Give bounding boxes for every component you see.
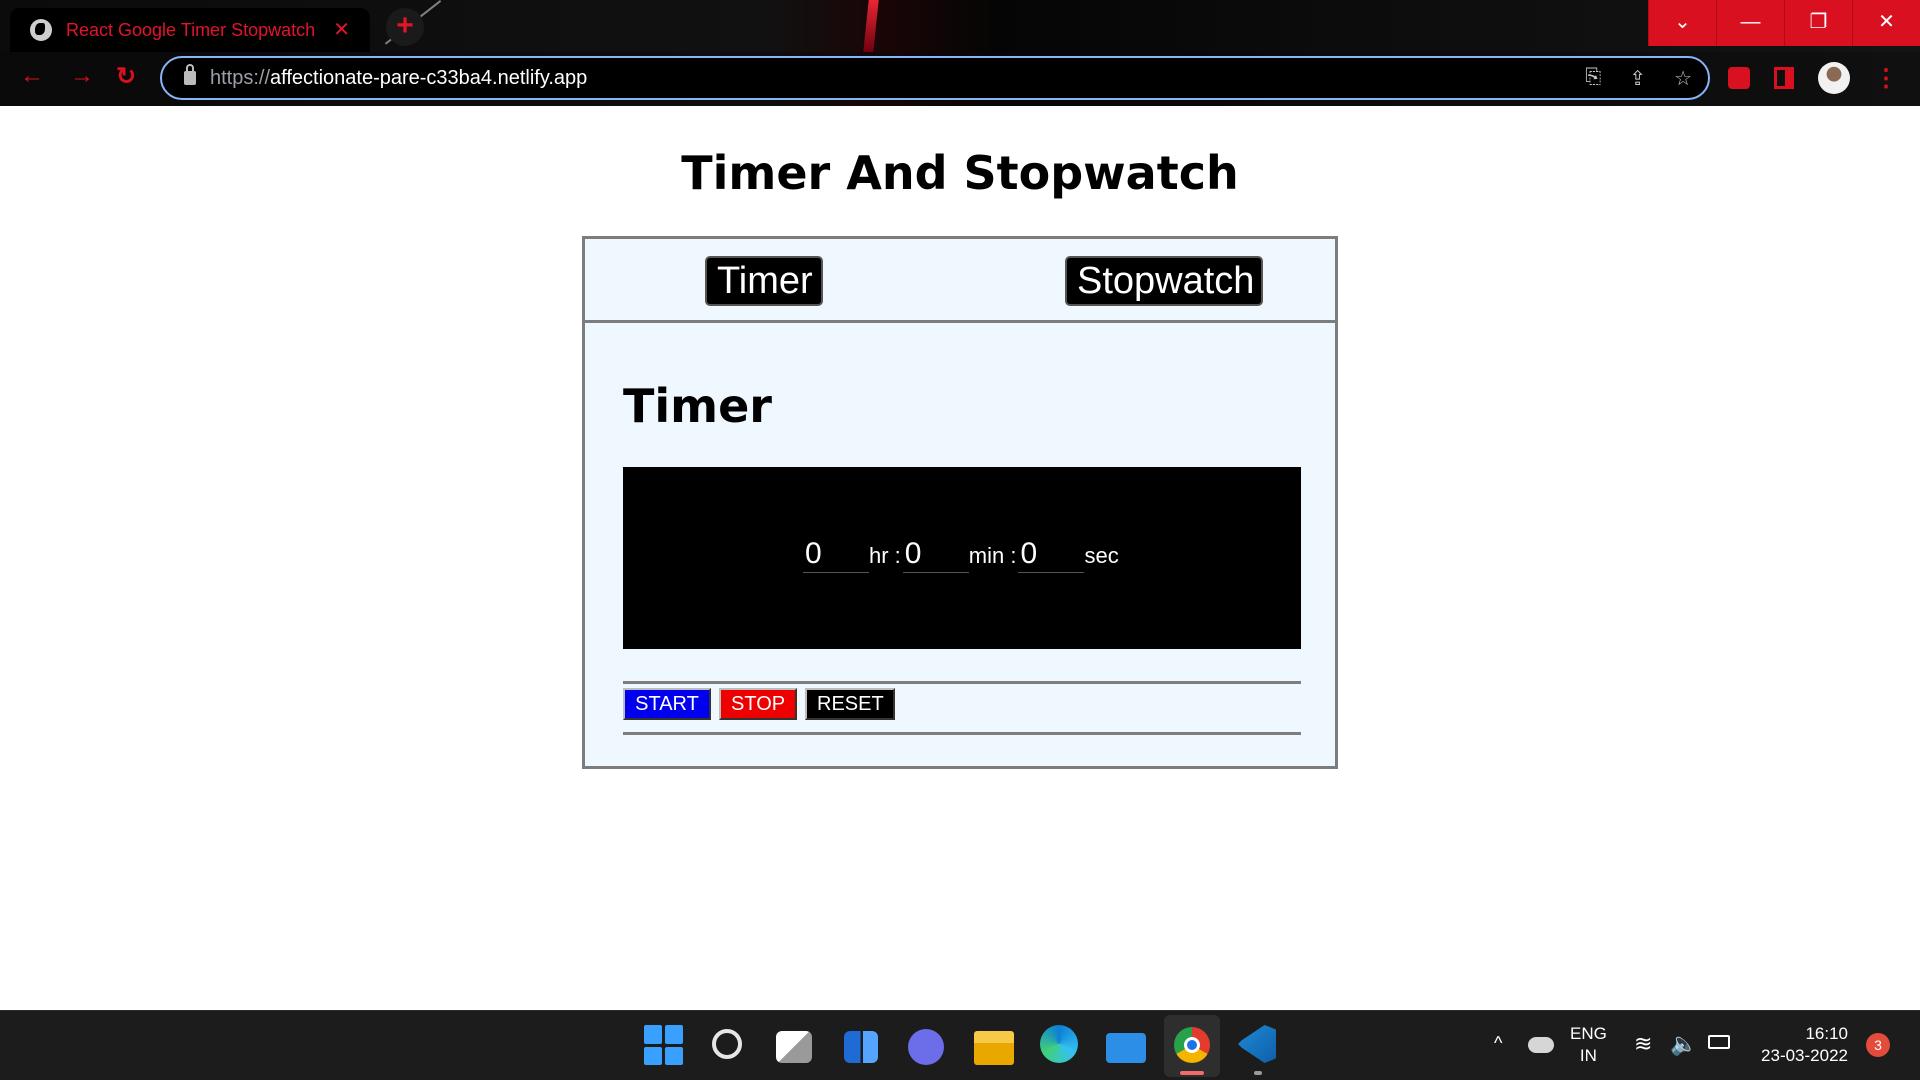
vscode-running-indicator xyxy=(1254,1071,1262,1075)
minutes-input[interactable] xyxy=(902,535,969,573)
profile-avatar[interactable] xyxy=(1818,62,1850,94)
toolbar-extensions: ⋮ xyxy=(1728,62,1898,94)
notification-badge[interactable]: 3 xyxy=(1866,1033,1890,1057)
windows-taskbar: ^ ENG IN ≋ 🔈 16:10 23-03-2022 3 xyxy=(0,1010,1920,1080)
hours-input[interactable] xyxy=(803,535,869,573)
close-window-button[interactable]: ✕ xyxy=(1852,0,1920,46)
restore-button[interactable]: ❐ xyxy=(1784,0,1852,46)
chrome-browser-icon[interactable] xyxy=(1174,1027,1210,1063)
reset-button[interactable]: RESET xyxy=(805,688,895,720)
wifi-icon[interactable]: ≋ xyxy=(1634,1031,1652,1080)
timer-controls: START STOP RESET xyxy=(623,681,1301,735)
language-code: ENG xyxy=(1570,1024,1607,1043)
bookmark-star-icon[interactable]: ☆ xyxy=(1674,66,1692,91)
mail-icon[interactable] xyxy=(1106,1033,1146,1063)
section-title: Timer xyxy=(623,379,772,433)
seconds-unit-label: sec xyxy=(1084,543,1119,568)
widgets-icon[interactable] xyxy=(844,1031,878,1063)
language-indicator[interactable]: ENG IN xyxy=(1570,1023,1607,1080)
show-hidden-icons-chevron-icon[interactable]: ^ xyxy=(1494,1033,1502,1080)
vscode-icon[interactable] xyxy=(1238,1025,1276,1063)
browser-tab[interactable]: React Google Timer Stopwatch ✕ xyxy=(10,8,370,52)
side-panel-icon[interactable] xyxy=(1774,67,1794,89)
wallpaper-streak xyxy=(863,0,879,52)
globe-icon xyxy=(30,19,52,41)
volume-icon[interactable]: 🔈 xyxy=(1670,1031,1697,1080)
system-clock[interactable]: 16:10 23-03-2022 xyxy=(1752,1023,1848,1080)
timer-display: hr : min : sec xyxy=(623,467,1301,649)
stop-button[interactable]: STOP xyxy=(719,688,797,720)
minutes-unit-label: min : xyxy=(968,543,1017,568)
windows-start-icon[interactable] xyxy=(644,1025,684,1065)
share-icon[interactable]: ⇪ xyxy=(1629,66,1646,91)
menu-kebab-icon[interactable]: ⋮ xyxy=(1874,64,1898,93)
task-view-icon[interactable] xyxy=(776,1031,812,1063)
seconds-input[interactable] xyxy=(1018,535,1085,573)
new-tab-button[interactable]: + xyxy=(386,8,424,46)
chrome-running-indicator xyxy=(1180,1071,1204,1075)
stopwatch-tab-button[interactable]: Stopwatch xyxy=(1065,256,1263,306)
mode-tabs: Timer Stopwatch xyxy=(585,239,1335,323)
back-arrow-icon[interactable]: ← xyxy=(20,62,44,90)
address-bar[interactable]: https:// affectionate-pare-c33ba4.netlif… xyxy=(160,56,1710,100)
forward-arrow-icon[interactable]: → xyxy=(70,62,94,90)
window-controls: ⌄ — ❐ ✕ xyxy=(1648,0,1920,46)
translate-icon[interactable]: ⎘ xyxy=(1585,66,1601,91)
omnibox-actions: ⎘ ⇪ ☆ xyxy=(1585,66,1692,91)
onedrive-cloud-icon[interactable] xyxy=(1528,1037,1554,1053)
start-button[interactable]: START xyxy=(623,688,711,720)
browser-chrome: React Google Timer Stopwatch ✕ + ⌄ — ❐ ✕… xyxy=(0,0,1920,106)
url-scheme: https:// xyxy=(210,66,271,89)
battery-icon[interactable] xyxy=(1708,1035,1730,1049)
teams-chat-icon[interactable] xyxy=(908,1029,944,1065)
language-region: IN xyxy=(1579,1046,1597,1065)
file-explorer-icon[interactable] xyxy=(974,1031,1014,1065)
minimize-button[interactable]: — xyxy=(1716,0,1784,46)
extensions-puzzle-icon[interactable] xyxy=(1728,67,1750,89)
tab-search-button[interactable]: ⌄ xyxy=(1648,0,1716,46)
clock-date: 23-03-2022 xyxy=(1761,1046,1848,1065)
url-host: affectionate-pare-c33ba4.netlify.app xyxy=(270,66,588,89)
clock-time: 16:10 xyxy=(1805,1024,1848,1043)
edge-browser-icon[interactable] xyxy=(1040,1025,1078,1063)
reload-icon[interactable]: ↻ xyxy=(116,62,136,91)
tab-title: React Google Timer Stopwatch xyxy=(66,19,316,40)
close-tab-icon[interactable]: ✕ xyxy=(333,20,350,40)
page-title: Timer And Stopwatch xyxy=(681,146,1239,200)
timer-stopwatch-card: Timer Stopwatch Timer hr : min : sec STA… xyxy=(582,236,1338,769)
lock-icon[interactable] xyxy=(184,64,196,85)
time-inputs-row: hr : min : sec xyxy=(803,535,1121,573)
hours-unit-label: hr : xyxy=(869,543,901,568)
search-icon[interactable] xyxy=(712,1029,742,1059)
timer-tab-button[interactable]: Timer xyxy=(705,256,823,306)
